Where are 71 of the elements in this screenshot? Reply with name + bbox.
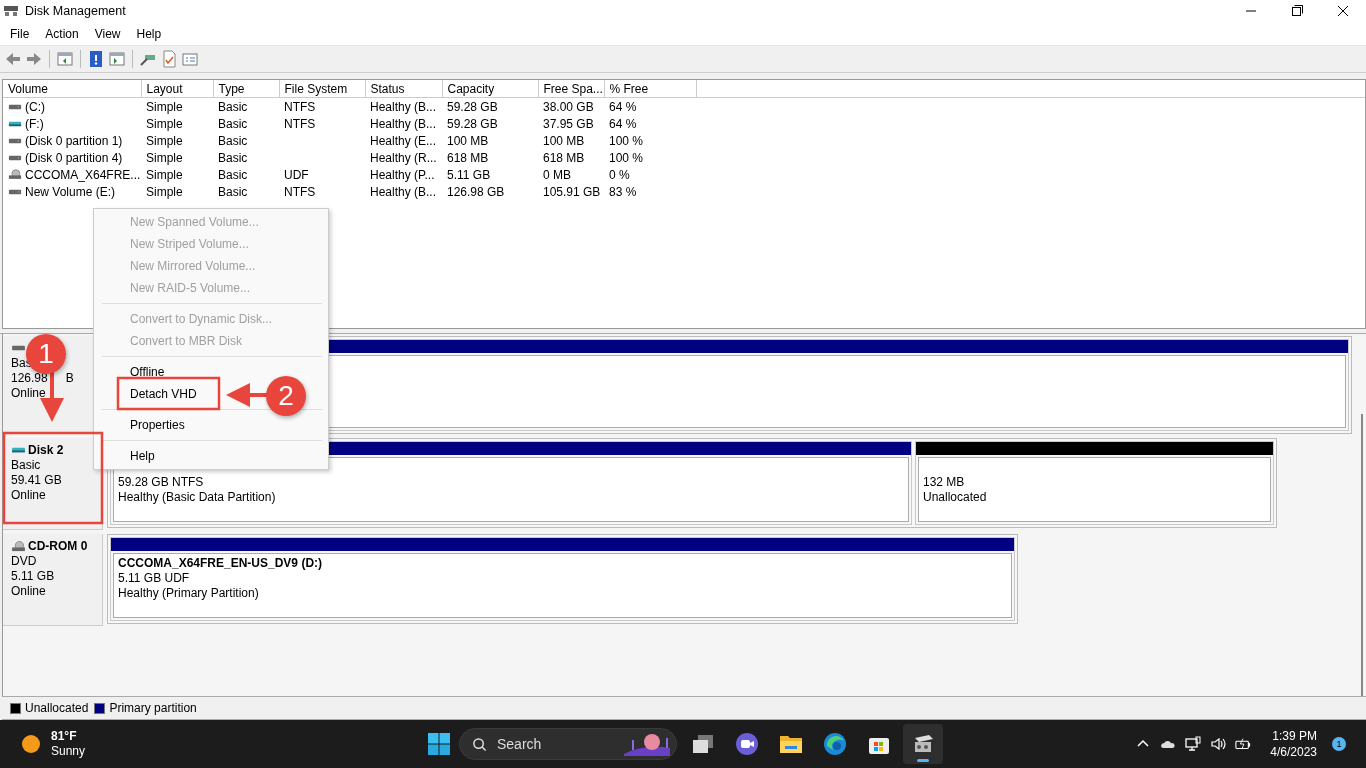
disk-name: CD-ROM 0: [28, 539, 88, 553]
table-cell: NTFS: [284, 184, 316, 199]
table-cell: 100 %: [609, 150, 644, 165]
table-cell: Simple: [146, 116, 183, 131]
disk-detail: 5.11 GB: [11, 569, 56, 584]
disk-detail: Online: [11, 584, 47, 599]
table-cell: 38.00 GB: [543, 99, 594, 114]
table-cell: 618 MB: [447, 150, 489, 165]
table-cell: CCCOMA_X64FRE...: [25, 167, 141, 182]
table-cell: Healthy (B...: [370, 99, 437, 114]
disk-detail: Online: [11, 386, 47, 401]
weather-condition: Sunny: [51, 744, 86, 759]
table-cell: 100 %: [609, 133, 644, 148]
table-cell: Simple: [146, 167, 183, 182]
disk-detail: DVD: [11, 554, 38, 569]
table-cell: Basic: [218, 133, 248, 148]
partition-detail: Healthy (Primary Partition): [118, 586, 260, 601]
window-title: Disk Management: [25, 4, 126, 18]
table-cell: 0 MB: [543, 167, 571, 182]
table-cell: 618 MB: [543, 150, 585, 165]
table-cell: 37.95 GB: [543, 116, 594, 131]
disk-detail: B: [65, 371, 74, 386]
disk-name: Disk 2: [28, 443, 64, 457]
table-cell: UDF: [284, 167, 309, 182]
temperature: 81°F: [51, 729, 78, 744]
table-cell: NTFS: [284, 99, 316, 114]
table-cell: (Disk 0 partition 4): [25, 150, 123, 165]
disk-detail: 59.41 GB: [11, 473, 63, 488]
table-cell: Basic: [218, 99, 248, 114]
table-cell: 64 %: [609, 99, 637, 114]
table-cell: 64 %: [609, 116, 637, 131]
table-cell: New Volume (E:): [25, 184, 116, 199]
disk-detail: Basic: [11, 458, 42, 473]
table-cell: 0 %: [609, 167, 630, 182]
table-cell: 59.28 GB: [447, 99, 498, 114]
table-cell: Basic: [218, 150, 248, 165]
partition-detail: 5.11 GB UDF: [118, 571, 191, 586]
table-cell: 83 %: [609, 184, 637, 199]
legend-label: Primary partition: [109, 701, 197, 715]
legend-label: Unallocated: [25, 701, 89, 715]
table-cell: 59.28 GB: [447, 116, 498, 131]
table-cell: (C:): [25, 99, 45, 114]
table-cell: Healthy (B...: [370, 116, 437, 131]
table-cell: Healthy (R...: [370, 150, 437, 165]
table-cell: 126.98 GB: [447, 184, 505, 199]
table-cell: Healthy (P...: [370, 167, 435, 182]
table-cell: 105.91 GB: [543, 184, 601, 199]
table-cell: Healthy (B...: [370, 184, 437, 199]
time: 1:39 PM: [1272, 728, 1317, 744]
table-cell: (Disk 0 partition 1): [25, 133, 123, 148]
partition-name: CCCOMA_X64FRE_EN-US_DV9 (D:): [118, 556, 324, 571]
table-cell: NTFS: [284, 116, 316, 131]
partition-detail: Healthy (Basic Data Partition): [118, 490, 277, 505]
disk-detail: Online: [11, 488, 47, 503]
table-cell: 5.11 GB: [447, 167, 491, 182]
table-cell: Basic: [218, 167, 248, 182]
table-cell: 100 MB: [447, 133, 489, 148]
partition-detail: 59.28 GB NTFS: [118, 475, 205, 490]
table-cell: Basic: [218, 116, 248, 131]
table-cell: Simple: [146, 99, 183, 114]
date: 4/6/2023: [1270, 744, 1317, 760]
table-cell: 100 MB: [543, 133, 585, 148]
table-cell: (F:): [25, 116, 44, 131]
table-cell: Healthy (E...: [370, 133, 437, 148]
table-cell: Simple: [146, 150, 183, 165]
partition-detail: Unallocated: [923, 490, 988, 505]
table-cell: Simple: [146, 133, 183, 148]
table-cell: Basic: [218, 184, 248, 199]
table-cell: Simple: [146, 184, 183, 199]
disk-detail: 126.98: [11, 371, 48, 386]
partition-detail: 132 MB: [923, 475, 966, 490]
